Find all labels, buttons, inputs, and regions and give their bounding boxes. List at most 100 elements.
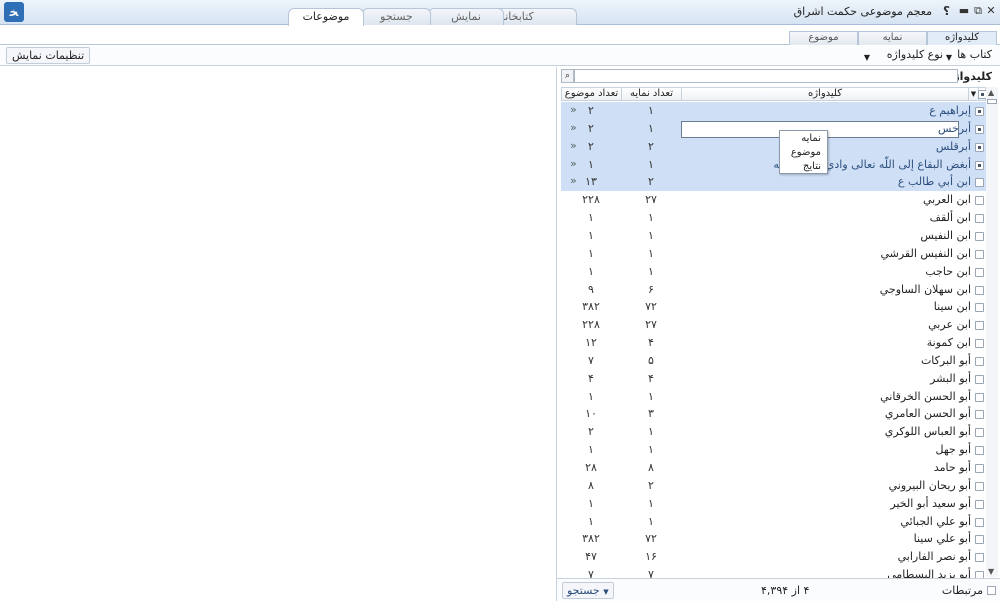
row-checkbox[interactable] <box>975 410 984 420</box>
row-checkbox[interactable] <box>975 339 984 349</box>
related-checkbox[interactable] <box>987 586 996 595</box>
keyword-cell: ابن النفيس <box>920 228 971 242</box>
keyword-cell: أبرخس <box>937 121 971 135</box>
row-checkbox[interactable] <box>975 178 984 188</box>
table-row[interactable]: أبو ريحان البيروني ۲ ۸ <box>561 477 986 495</box>
context-menu-item-results[interactable]: نتایج <box>803 161 821 172</box>
keyword-search-input[interactable] <box>574 69 958 83</box>
scroll-up-icon[interactable]: ▲ <box>988 88 994 97</box>
subtab-topic[interactable]: موضوع <box>789 31 858 45</box>
table-row[interactable]: أبو يزيد البسطامي ۷ ۷ <box>561 566 986 578</box>
table-row[interactable]: أبرقلس ۲ ۲» <box>561 137 986 156</box>
table-row[interactable]: أبو نصر الفارابي ۱۶ ۴۷ <box>561 548 986 566</box>
help-icon[interactable]: ؟ <box>943 4 950 18</box>
chevron-down-icon[interactable]: ▼ <box>946 50 952 67</box>
table-row[interactable]: ابن عربي ۲۷ ۲۲۸ <box>561 316 986 334</box>
table-row[interactable]: أبو البركات ۵ ۷ <box>561 352 986 370</box>
table-row[interactable]: ابن ألقف ۱ ۱ <box>561 209 986 227</box>
chevron-down-icon[interactable]: ▼ <box>864 50 870 67</box>
row-checkbox[interactable] <box>975 285 984 295</box>
keyword-type-dropdown[interactable]: نوع کلیدواژه <box>887 47 943 64</box>
row-checkbox[interactable] <box>975 160 984 170</box>
restore-icon[interactable]: ⧉ <box>972 5 984 17</box>
table-row[interactable]: ابن النفيس القرشي ۱ ۱ <box>561 245 986 263</box>
row-checkbox[interactable] <box>975 356 984 366</box>
context-menu-item-topic[interactable]: موضوع <box>791 147 821 158</box>
tab-search[interactable]: جستجو <box>362 8 431 25</box>
display-settings-button[interactable]: تنظیمات نمایش <box>6 47 91 64</box>
row-checkbox[interactable] <box>975 321 984 331</box>
row-checkbox[interactable] <box>975 214 984 224</box>
table-row[interactable]: ابن أبي طالب ع ۲ ۱۳» <box>561 173 986 192</box>
col-index-count[interactable]: تعداد نمایه <box>622 88 682 101</box>
minimize-icon[interactable]: ▬ <box>958 5 970 17</box>
expand-arrows-icon[interactable]: » <box>570 103 577 116</box>
table-row[interactable]: أبو العباس اللوكري ۱ ۲ <box>561 423 986 441</box>
table-row[interactable]: أبو علي الجبائي ۱ ۱ <box>561 513 986 531</box>
search-button[interactable]: جستجو ▼ <box>562 582 614 599</box>
subtab-index[interactable]: نمایه <box>858 31 927 45</box>
row-checkbox[interactable] <box>975 464 984 473</box>
row-checkbox[interactable] <box>975 142 984 152</box>
table-row[interactable]: إبراهيم ع ۱ ۲» <box>561 102 986 120</box>
table-row[interactable]: أبرخس ۱ ۲» <box>561 119 986 138</box>
index-count-cell: ۱ <box>648 104 654 117</box>
row-checkbox[interactable] <box>975 231 984 241</box>
subtab-keyword[interactable]: کلیدواژه <box>927 31 997 45</box>
row-checkbox[interactable] <box>975 303 984 313</box>
window-title: معجم موضوعی حکمت اشراق <box>793 5 932 18</box>
row-checkbox[interactable] <box>975 374 984 384</box>
table-row[interactable]: ابن النفيس ۱ ۱ <box>561 227 986 245</box>
row-checkbox[interactable] <box>975 249 984 259</box>
expand-arrows-icon[interactable]: » <box>570 121 577 134</box>
scroll-down-icon[interactable]: ▼ <box>988 567 994 576</box>
topic-count-cell: ۱۰ <box>585 407 597 421</box>
col-keyword[interactable]: کلیدواژه <box>682 88 969 101</box>
row-checkbox[interactable] <box>975 392 984 402</box>
books-dropdown[interactable]: کتاب ها <box>957 47 992 64</box>
table-row[interactable]: ابن كمونة ۴ ۱۲ <box>561 334 986 352</box>
tab-display[interactable]: نمایش <box>428 8 504 25</box>
index-count-cell: ۱ <box>648 389 654 403</box>
keyword-cell: ابن ألقف <box>929 211 971 225</box>
topic-count-cell: ۲۲۸ <box>582 318 600 332</box>
table-row[interactable]: ابن حاجب ۱ ۱ <box>561 263 986 281</box>
row-checkbox[interactable] <box>975 107 984 116</box>
row-checkbox[interactable] <box>975 446 984 456</box>
vertical-scrollbar[interactable]: ▲ ▼ <box>986 87 998 577</box>
table-row[interactable]: أبو البشر ۴ ۴ <box>561 370 986 388</box>
col-topic-count[interactable]: تعداد موضوع <box>562 88 622 101</box>
table-header: تعداد موضوع تعداد نمایه کلیدواژه ▼ <box>561 87 987 101</box>
table-row[interactable]: أبو سعيد أبو الخير ۱ ۱ <box>561 495 986 513</box>
row-checkbox[interactable] <box>975 499 984 509</box>
table-row[interactable]: أبو حامد ۸ ۲۸ <box>561 459 986 477</box>
table-row[interactable]: أبغض البقاع إلى اللّه تعالى وادي برهوت ف… <box>561 155 986 174</box>
table-row[interactable]: أبو الحسن الخرقاني ۱ ۱ <box>561 388 986 406</box>
scroll-thumb[interactable] <box>987 99 997 104</box>
tab-topics[interactable]: موضوعات <box>288 8 364 26</box>
row-checkbox[interactable] <box>975 571 984 578</box>
row-checkbox[interactable] <box>975 553 984 563</box>
expand-arrows-icon[interactable]: » <box>570 157 577 170</box>
table-row[interactable]: أبو علي سينا ۷۲ ۳۸۲ <box>561 530 986 548</box>
keyword-cell: أبو البركات <box>920 353 971 367</box>
table-row[interactable]: ابن العربي ۲۷ ۲۲۸ <box>561 191 986 209</box>
row-checkbox[interactable] <box>975 535 984 545</box>
context-menu-item-index[interactable]: نمایه <box>801 133 821 144</box>
row-checkbox[interactable] <box>975 196 984 206</box>
row-checkbox[interactable] <box>975 267 984 277</box>
search-icon[interactable]: ⌕ <box>561 69 574 83</box>
table-row[interactable]: أبو جهل ۱ ۱ <box>561 441 986 459</box>
table-row[interactable]: أبو الحسن العامري ۳ ۱۰ <box>561 405 986 423</box>
row-checkbox[interactable] <box>975 481 984 491</box>
table-row[interactable]: ابن سهلان الساوجي ۶ ۹ <box>561 281 986 299</box>
table-row[interactable]: ابن سينا ۷۲ ۳۸۲ <box>561 298 986 316</box>
close-icon[interactable]: ✕ <box>985 5 997 17</box>
index-count-cell: ۲ <box>648 175 654 189</box>
row-checkbox[interactable] <box>975 124 984 134</box>
row-checkbox[interactable] <box>975 517 984 527</box>
expand-arrows-icon[interactable]: » <box>570 174 577 187</box>
expand-arrows-icon[interactable]: » <box>570 139 577 152</box>
topic-count-cell: ۱ <box>588 264 594 278</box>
row-checkbox[interactable] <box>975 428 984 438</box>
